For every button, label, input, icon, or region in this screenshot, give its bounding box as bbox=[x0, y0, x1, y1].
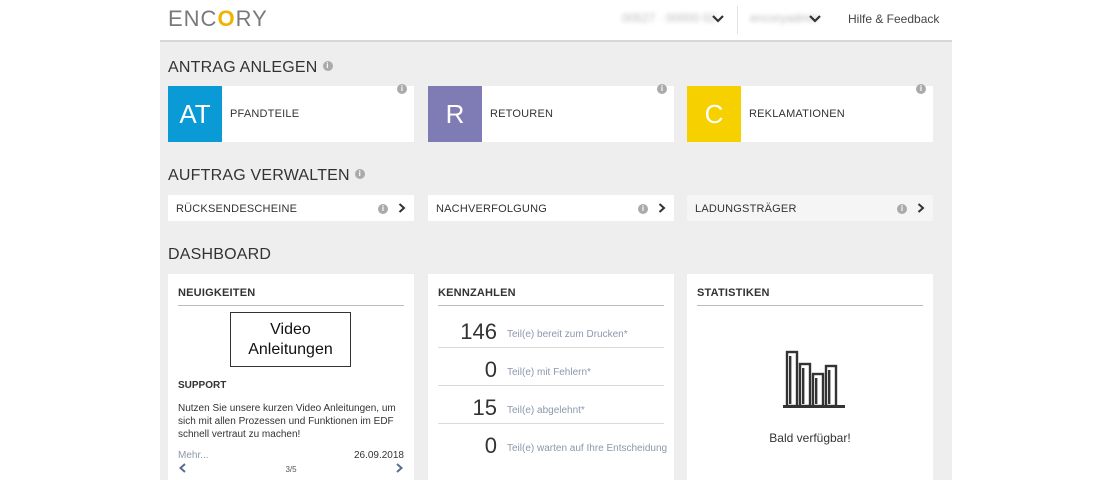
help-feedback-link[interactable]: Hilfe & Feedback bbox=[848, 12, 939, 26]
video-line-2: Anleitungen bbox=[248, 341, 333, 358]
info-icon[interactable]: i bbox=[397, 84, 407, 94]
nav-nachverfolgung[interactable]: NACHVERFOLGUNG i bbox=[428, 195, 674, 221]
chevron-right-icon[interactable] bbox=[396, 463, 403, 473]
nav-label: NACHVERFOLGUNG bbox=[436, 203, 547, 215]
tile-badge: AT bbox=[168, 86, 222, 142]
kpi-value: 0 bbox=[484, 433, 497, 458]
bar-chart-icon bbox=[783, 350, 845, 408]
kpi-label: Teil(e) abgelehnt* bbox=[507, 405, 585, 416]
card-statistiken: STATISTIKEN Bald verfügbar! bbox=[687, 274, 933, 480]
news-pager: 3/5 bbox=[285, 465, 297, 474]
info-icon[interactable]: i bbox=[638, 204, 648, 214]
tile-label: RETOUREN bbox=[490, 108, 554, 120]
section-antrag-anlegen: ANTRAG ANLEGEN i bbox=[168, 59, 333, 77]
top-bar: ENCORY 00527 · 00000 02 encoryadmin Hilf… bbox=[160, 0, 952, 42]
encory-logo[interactable]: ENCORY bbox=[168, 6, 268, 32]
kpi-label: Teil(e) bereit zum Drucken* bbox=[507, 329, 628, 340]
nav-label: LADUNGSTRÄGER bbox=[695, 203, 797, 215]
header-divider bbox=[737, 6, 738, 34]
nav-ladungstraeger[interactable]: LADUNGSTRÄGER i bbox=[687, 195, 933, 221]
tile-retouren[interactable]: R RETOUREN i bbox=[428, 84, 674, 142]
tile-label: PFANDTEILE bbox=[230, 108, 300, 120]
info-icon[interactable]: i bbox=[916, 84, 926, 94]
card-header: KENNZAHLEN bbox=[438, 287, 516, 299]
news-text: Nutzen Sie unsere kurzen Video Anleitung… bbox=[178, 403, 396, 440]
kpi-row[interactable]: 0 Teil(e) mit Fehlern* bbox=[438, 348, 664, 386]
tile-badge: R bbox=[428, 86, 482, 142]
tile-reklamationen[interactable]: C REKLAMATIONEN i bbox=[687, 84, 933, 142]
news-subtitle: SUPPORT bbox=[178, 380, 227, 391]
chevron-down-icon[interactable] bbox=[711, 12, 725, 26]
info-icon[interactable]: i bbox=[322, 60, 333, 71]
chevron-right-icon bbox=[398, 203, 406, 213]
kpi-row[interactable]: 15 Teil(e) abgelehnt* bbox=[438, 386, 664, 424]
card-divider bbox=[438, 305, 664, 306]
section-title-text: AUFTRAG VERWALTEN bbox=[168, 167, 350, 184]
chevron-right-icon bbox=[917, 203, 925, 213]
info-icon[interactable]: i bbox=[378, 204, 388, 214]
more-link[interactable]: Mehr... bbox=[178, 450, 209, 461]
kpi-row[interactable]: 0 Teil(e) warten auf Ihre Entscheidung bbox=[438, 424, 668, 462]
info-icon[interactable]: i bbox=[354, 168, 365, 179]
news-date: 26.09.2018 bbox=[353, 450, 404, 461]
card-neuigkeiten: NEUIGKEITEN Video Anleitungen SUPPORT Nu… bbox=[168, 274, 414, 480]
kpi-label: Teil(e) mit Fehlern* bbox=[507, 367, 591, 378]
kpi-value: 146 bbox=[460, 319, 497, 344]
kpi-value: 15 bbox=[472, 395, 497, 420]
section-title-text: ANTRAG ANLEGEN bbox=[168, 59, 318, 76]
coming-soon-text: Bald verfügbar! bbox=[769, 431, 851, 445]
card-divider bbox=[697, 305, 923, 306]
kpi-row[interactable]: 146 Teil(e) bereit zum Drucken* bbox=[438, 310, 664, 348]
section-title-text: DASHBOARD bbox=[168, 246, 272, 263]
tile-pfandteile[interactable]: AT PFANDTEILE i bbox=[168, 84, 414, 142]
kpi-value: 0 bbox=[484, 357, 497, 382]
card-divider bbox=[178, 305, 404, 306]
logo-text: ENCORY bbox=[168, 6, 268, 31]
card-kennzahlen: KENNZAHLEN 146 Teil(e) bereit zum Drucke… bbox=[428, 274, 674, 480]
kpi-label: Teil(e) warten auf Ihre Entscheidung bbox=[507, 443, 668, 454]
main-content: ANTRAG ANLEGEN i AT PFANDTEILE i R RETOUR… bbox=[160, 42, 952, 480]
chevron-right-icon bbox=[658, 203, 666, 213]
video-anleitungen-image[interactable]: Video Anleitungen bbox=[230, 312, 351, 367]
info-icon[interactable]: i bbox=[657, 84, 667, 94]
nav-label: RÜCKSENDESCHEINE bbox=[176, 203, 298, 215]
section-auftrag-verwalten: AUFTRAG VERWALTEN i bbox=[168, 167, 365, 185]
tile-label: REKLAMATIONEN bbox=[749, 108, 845, 120]
video-line-1: Video bbox=[270, 321, 311, 338]
section-dashboard: DASHBOARD bbox=[168, 246, 271, 264]
card-header: NEUIGKEITEN bbox=[178, 287, 256, 299]
chevron-down-icon[interactable] bbox=[808, 12, 822, 26]
nav-ruecksendescheine[interactable]: RÜCKSENDESCHEINE i bbox=[168, 195, 414, 221]
account-selector-label[interactable]: 00527 · 00000 02 bbox=[622, 11, 716, 25]
tile-badge: C bbox=[687, 86, 741, 142]
card-header: STATISTIKEN bbox=[697, 287, 770, 299]
info-icon[interactable]: i bbox=[897, 204, 907, 214]
